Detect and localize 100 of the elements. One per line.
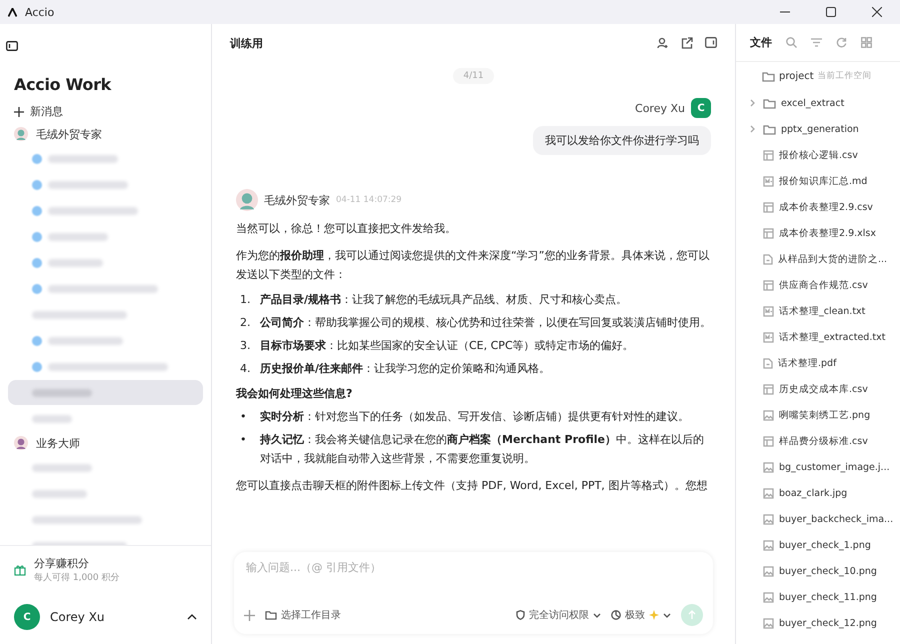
new-chat-button[interactable]: 新消息 (0, 100, 211, 123)
file-item[interactable]: 成本价表整理2.9.xlsx (736, 220, 900, 246)
file-item[interactable]: 供应商合作规范.csv (736, 272, 900, 298)
list-item-text: 实时分析：针对您当下的任务（如发品、写开发信、诊断店铺）提供更有针对性的建议。 (260, 409, 689, 425)
list-item-text: 持久记忆：我会将关键信息记录在您的商户档案（Merchant Profile）中。这样在以后的对话中，我就能自动带入这些背景，不需要您重复说明。 (260, 432, 705, 467)
file-item[interactable]: 咧嘴笑刺绣工艺.png (736, 402, 900, 428)
maximize-icon (826, 7, 836, 17)
file-item[interactable]: boaz_clark.jpg (736, 480, 900, 506)
file-item[interactable]: buyer_backcheck_ima... (736, 506, 900, 532)
folder-select-button[interactable]: 选择工作目录 (265, 608, 341, 622)
table-file-icon (763, 436, 774, 446)
file-item[interactable]: 样品费分级标准.csv (736, 428, 900, 454)
agent-name: 毛绒外贸专家 (264, 192, 330, 208)
plus-icon[interactable] (244, 610, 255, 620)
panel-toggle-icon[interactable] (705, 37, 717, 48)
list-number: 2. (240, 315, 252, 331)
agent-avatar-icon (236, 189, 258, 211)
add-person-icon[interactable] (657, 37, 669, 49)
filter-icon[interactable] (811, 38, 822, 47)
file-item[interactable]: 话术整理_clean.txt (736, 298, 900, 324)
sender-avatar: C (691, 98, 711, 118)
refresh-icon[interactable] (836, 37, 847, 48)
message-paragraph: 当然可以，徐总！您可以直接把文件发给我。 (236, 221, 457, 237)
message-heading: 我会如何处理这些信息? (236, 386, 354, 401)
document-icon (763, 254, 773, 264)
agent-name[interactable]: 毛绒外贸专家 (36, 126, 102, 142)
message-paragraph: 作为您的报价助理，我可以通过阅读您提供的文件来深度“学习”您的业务背景。具体来说，您可以发送以下类型的文件： (236, 248, 710, 283)
text-file-icon (763, 306, 774, 316)
list-bullet: • (240, 432, 248, 448)
image-file-icon (763, 592, 774, 602)
gift-icon (14, 564, 26, 576)
user-message: 我可以发给你文件你进行学习吗 (533, 126, 711, 155)
file-item[interactable]: pptx_generation (736, 116, 900, 142)
logo: Accio Work (13, 74, 112, 96)
image-file-icon (763, 488, 774, 498)
file-item[interactable]: buyer_check_12.png (736, 610, 900, 636)
folder-icon (265, 610, 277, 620)
folder-icon (763, 124, 776, 134)
user-name: Corey Xu (50, 610, 105, 624)
list-item-text: 公司简介：帮助我掌握公司的规模、核心优势和过往荣誉，以便在写回复或装潢店铺时使用。 (260, 315, 711, 331)
table-file-icon (763, 228, 774, 238)
file-item[interactable]: 从样品到大货的进阶之... (736, 246, 900, 272)
sidebar-toggle-icon[interactable] (6, 41, 18, 51)
list-number: 4. (240, 361, 252, 377)
chevron-down-icon (593, 612, 601, 618)
file-item[interactable]: 成本价表整理2.9.csv (736, 194, 900, 220)
table-file-icon (763, 150, 774, 160)
workspace-selector[interactable]: project 当前工作空间 (736, 62, 900, 90)
mode-dropdown[interactable]: 极致 (611, 608, 671, 622)
file-item[interactable]: 话术整理_extracted.txt (736, 324, 900, 350)
list-number: 1. (240, 292, 252, 308)
agent-name[interactable]: 业务大师 (36, 436, 80, 450)
chevron-down-icon (663, 612, 671, 618)
list-bullet: • (240, 409, 248, 425)
sparkle-icon (649, 610, 659, 620)
image-file-icon (763, 566, 774, 576)
file-item[interactable]: buyer_check_10.png (736, 558, 900, 584)
chevron-up-icon[interactable] (187, 614, 197, 620)
list-item-text: 历史报价单/往来邮件：让我学习您的定价策略和沟通风格。 (260, 361, 550, 377)
promo-subtitle: 每人可得 1,000 积分 (34, 572, 120, 584)
image-file-icon (763, 462, 774, 472)
share-icon[interactable] (681, 37, 693, 49)
file-item[interactable]: 历史成交成本库.csv (736, 376, 900, 402)
promo-title[interactable]: 分享赚积分 (34, 556, 120, 571)
table-file-icon (763, 280, 774, 290)
search-icon[interactable] (786, 37, 797, 48)
close-icon (872, 7, 882, 17)
list-item-text: 产品目录/规格书：让我了解您的毛绒玩具产品线、材质、尺寸和核心卖点。 (260, 292, 628, 308)
text-file-icon (763, 332, 774, 342)
file-item[interactable]: 话术整理.pdf (736, 350, 900, 376)
table-file-icon (763, 384, 774, 394)
image-file-icon (763, 514, 774, 524)
file-item[interactable]: bg_customer_image.j... (736, 454, 900, 480)
file-item[interactable]: 报价知识库汇总.md (736, 168, 900, 194)
redacted-conversation-item[interactable] (8, 380, 203, 405)
text-file-icon (763, 176, 774, 186)
plus-icon (14, 106, 24, 116)
folder-icon (762, 70, 775, 82)
files-title: 文件 (750, 35, 772, 50)
folder-icon (763, 98, 776, 108)
access-dropdown[interactable]: 完全访问权限 (516, 608, 601, 622)
list-number: 3. (240, 338, 252, 354)
file-item[interactable]: excel_extract (736, 90, 900, 116)
user-avatar: C (14, 604, 40, 630)
chat-title: 训练用 (230, 36, 263, 50)
grid-icon[interactable] (861, 37, 872, 48)
image-file-icon (763, 618, 774, 628)
shield-icon (516, 610, 525, 620)
image-file-icon (763, 410, 774, 420)
arrow-up-icon (688, 610, 696, 620)
list-item-text: 目标市场要求：比如某些国家的安全认证（CE, CPC等）或特定市场的偏好。 (260, 338, 634, 354)
image-file-icon (763, 540, 774, 550)
gauge-icon (611, 610, 621, 620)
file-item[interactable]: 报价核心逻辑.csv (736, 142, 900, 168)
message-time: 04-11 14:07:29 (336, 195, 402, 205)
file-item[interactable]: buyer_check_1.png (736, 532, 900, 558)
window-title: Accio (25, 6, 54, 18)
file-item[interactable]: buyer_check_11.png (736, 584, 900, 610)
document-icon (763, 358, 773, 368)
minimize-icon (780, 11, 790, 13)
